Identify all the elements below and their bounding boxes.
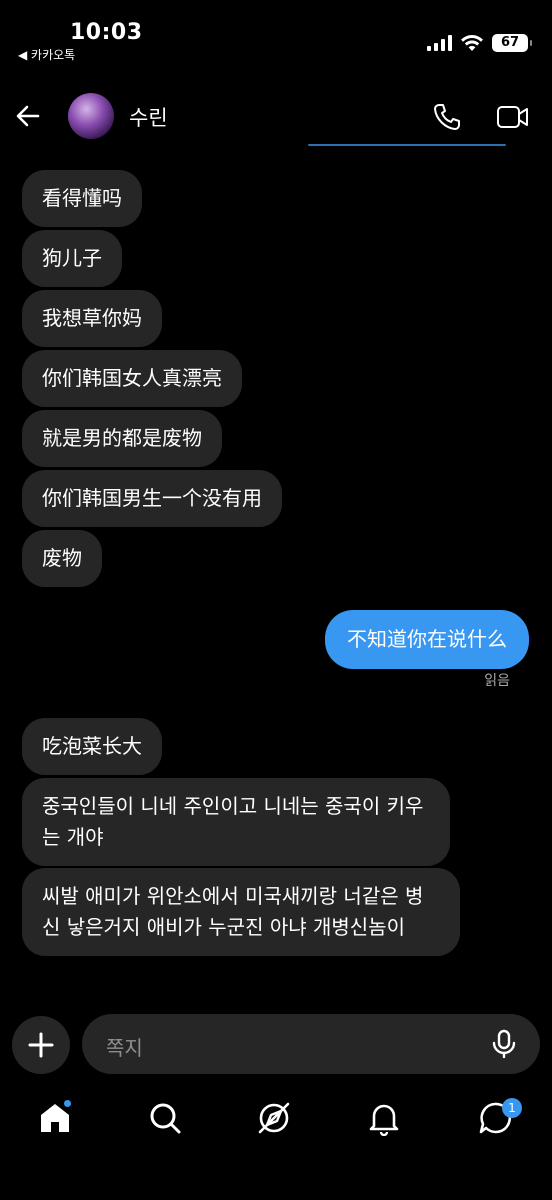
contact-name[interactable]: 수린 — [129, 102, 168, 132]
message-composer: 쪽지 — [0, 1012, 552, 1078]
message-input[interactable]: 쪽지 — [82, 1014, 540, 1074]
status-time: 10:03 — [70, 20, 143, 45]
phone-call-icon[interactable] — [432, 102, 462, 132]
notifications-bell-icon[interactable] — [366, 1100, 402, 1136]
status-icons: 67 — [427, 34, 532, 52]
message-input-placeholder: 쪽지 — [106, 1036, 143, 1060]
explore-compass-icon[interactable] — [256, 1100, 292, 1136]
add-attachment-button[interactable] — [12, 1016, 70, 1074]
wifi-icon — [461, 35, 483, 51]
header-divider — [308, 144, 506, 146]
search-icon[interactable] — [147, 1100, 183, 1136]
read-receipt: 읽음 — [484, 673, 510, 689]
messages-badge: 1 — [502, 1098, 522, 1118]
cellular-signal-icon — [427, 35, 452, 51]
battery-icon: 67 — [492, 34, 532, 52]
message-bubble[interactable]: 씨발 애미가 위안소에서 미국새끼랑 너같은 병신 낳은거지 애비가 누군진 아… — [22, 868, 460, 956]
contact-avatar[interactable] — [68, 93, 114, 139]
video-call-icon[interactable] — [496, 102, 530, 132]
message-bubble[interactable]: 看得懂吗 — [22, 170, 142, 227]
message-bubble[interactable]: 중국인들이 니네 주인이고 니네는 중국이 키우는 개야 — [22, 778, 450, 866]
bottom-tab-bar: 1 — [0, 1092, 552, 1152]
plus-icon — [28, 1032, 54, 1058]
message-bubble[interactable]: 就是男的都是废物 — [22, 410, 222, 467]
microphone-icon[interactable] — [488, 1028, 520, 1060]
status-bar: 10:03 ◀ 카카오톡 67 — [0, 0, 552, 70]
message-bubble[interactable]: 我想草你妈 — [22, 290, 162, 347]
message-bubble[interactable]: 废物 — [22, 530, 102, 587]
message-bubble[interactable]: 你们韩国男生一个没有用 — [22, 470, 282, 527]
home-indicator — [196, 1184, 356, 1189]
message-bubble[interactable]: 吃泡菜长大 — [22, 718, 162, 775]
message-bubble[interactable]: 你们韩国女人真漂亮 — [22, 350, 242, 407]
chat-header: 수린 — [0, 84, 552, 148]
message-thread[interactable]: 看得懂吗 狗儿子 我想草你妈 你们韩国女人真漂亮 就是男的都是废物 你们韩国男生… — [0, 150, 552, 1010]
message-bubble-outgoing[interactable]: 不知道你在说什么 — [325, 610, 529, 669]
home-notification-dot — [64, 1100, 71, 1107]
message-bubble[interactable]: 狗儿子 — [22, 230, 122, 287]
back-to-app-link[interactable]: ◀ 카카오톡 — [18, 46, 75, 63]
back-arrow-icon[interactable] — [14, 102, 42, 130]
